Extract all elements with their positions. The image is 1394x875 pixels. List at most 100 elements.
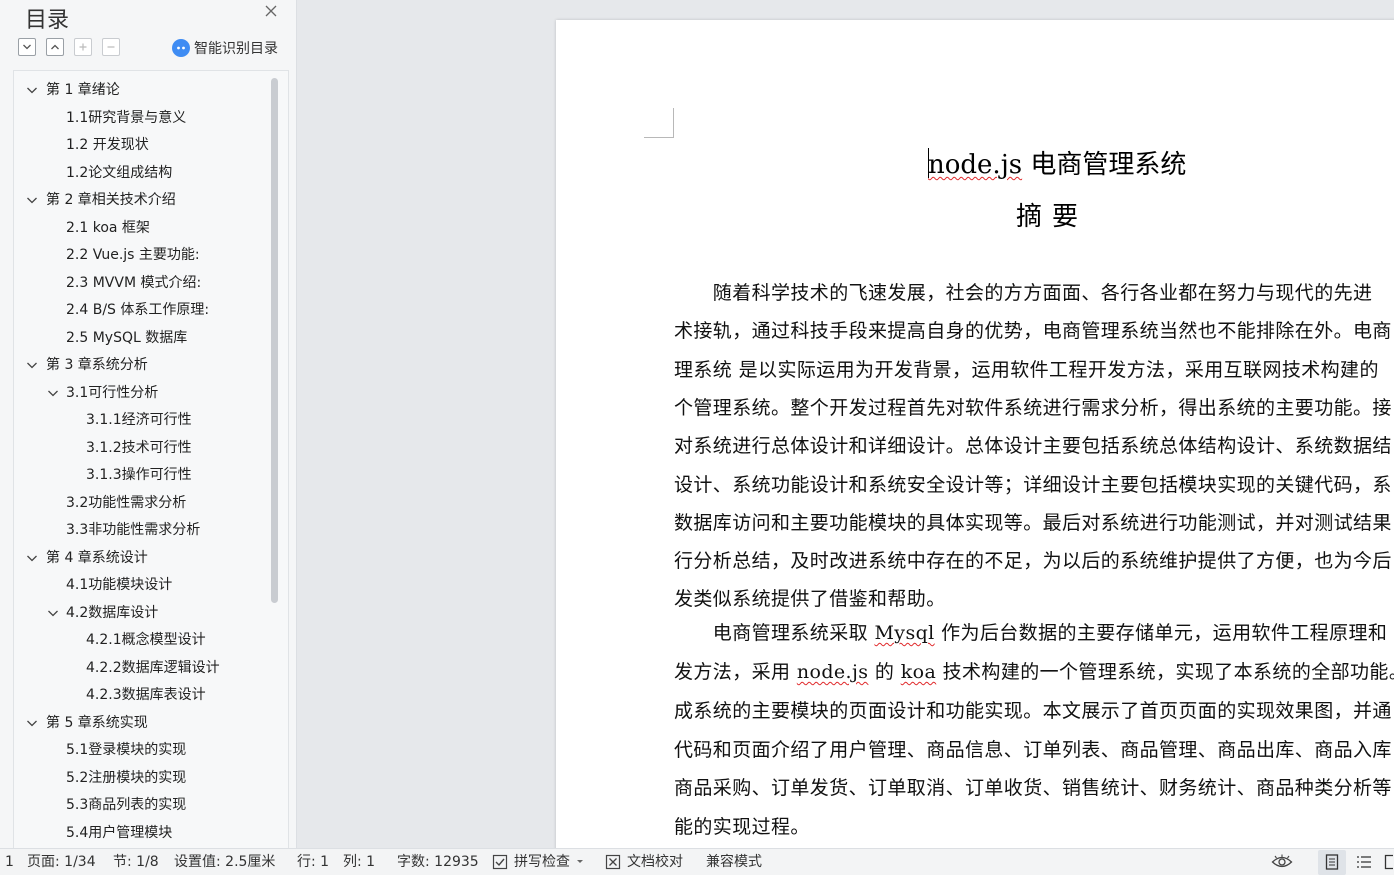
plus-icon	[79, 43, 87, 51]
proofread-icon[interactable]	[605, 854, 621, 870]
toc-toolbar	[18, 38, 120, 58]
outline-view-icon[interactable]	[1356, 854, 1372, 870]
toc-item[interactable]: 4.2.1概念模型设计	[86, 627, 206, 653]
toc-item[interactable]: 2.2 Vue.js 主要功能:	[66, 242, 200, 268]
toc-item[interactable]: 第 5 章系统实现	[46, 710, 148, 736]
toc-item[interactable]: 第 4 章系统设计	[46, 545, 148, 571]
toc-item[interactable]: 第 1 章绪论	[46, 77, 120, 103]
toc-toggle-chevron-down-icon[interactable]	[47, 607, 59, 619]
document-area: node.js 电商管理系统 摘要 随着科学技术的飞速发展，社会的方方面面、各行…	[297, 0, 1394, 848]
sidebar-title: 目录	[25, 8, 70, 33]
toc-item[interactable]: 1.2论文组成结构	[66, 160, 172, 186]
toc-scrollbar[interactable]	[271, 78, 278, 603]
close-icon[interactable]	[262, 4, 280, 22]
abstract-line: 商品采购、订单发货、订单取消、订单收货、销售统计、财务统计、商品种类分析等	[674, 773, 1392, 800]
abstract-line: 术接轨，通过科技手段来提高自身的优势，电商管理系统当然也不能排除在外。电商	[674, 316, 1392, 343]
spellcheck-dropdown-icon[interactable]	[576, 858, 584, 866]
toc-item[interactable]: 2.1 koa 框架	[66, 215, 150, 241]
status-page[interactable]: 页面: 1/34	[27, 849, 96, 875]
toc-item[interactable]: 1.2 开发现状	[66, 132, 149, 158]
minus-icon	[107, 46, 115, 48]
toc-item[interactable]: 5.4用户管理模块	[66, 820, 172, 846]
smart-assistant-icon	[172, 39, 190, 57]
status-row: 行: 1	[297, 854, 330, 870]
toc-item[interactable]: 4.2数据库设计	[66, 600, 158, 626]
toc-item[interactable]: 3.2功能性需求分析	[66, 490, 186, 516]
document-title: node.js 电商管理系统	[928, 144, 1186, 181]
status-section[interactable]: 节: 1/8	[113, 849, 159, 875]
title-suffix: 电商管理系统	[1022, 150, 1187, 180]
text-run: 商品采购、订单发货、订单取消、订单收货、销售统计、财务统计、商品种类分析等	[674, 777, 1392, 800]
page-view-icon[interactable]	[1324, 854, 1340, 870]
text-run: 个管理系统。整个开发过程首先对软件系统进行需求分析，得出系统的主要功能。接	[674, 396, 1392, 419]
text-run: 成系统的主要模块的页面设计和功能实现。本文展示了首页页面的实现效果图，并通	[674, 699, 1392, 722]
toc-toggle-chevron-down-icon[interactable]	[47, 387, 59, 399]
toc-item[interactable]: 3.1.2技术可行性	[86, 435, 192, 461]
proofread-button[interactable]: 文档校对	[627, 849, 683, 875]
toc-item[interactable]: 2.5 MySQL 数据库	[66, 325, 187, 351]
text-run: 代码和页面介绍了用户管理、商品信息、订单列表、商品管理、商品出库、商品入库	[674, 738, 1392, 761]
document-page[interactable]: node.js 电商管理系统 摘要 随着科学技术的飞速发展，社会的方方面面、各行…	[556, 20, 1394, 848]
abstract-line: 发方法，采用 node.js 的 koa 技术构建的一个管理系统，实现了本系统的…	[674, 657, 1394, 684]
text-run: 作为后台数据的主要存储单元，运用软件工程原理和	[934, 622, 1388, 645]
toc-item[interactable]: 3.1可行性分析	[66, 380, 158, 406]
toc-item[interactable]: 1.1研究背景与意义	[66, 105, 186, 131]
toc-item[interactable]: 5.2注册模块的实现	[66, 765, 186, 791]
toc-item[interactable]: 2.4 B/S 体系工作原理:	[66, 297, 209, 323]
smart-toc-label: 智能识别目录	[194, 41, 278, 57]
toc-item[interactable]: 4.2.2数据库逻辑设计	[86, 655, 220, 681]
text-run: 术接轨，通过科技手段来提高自身的优势，电商管理系统当然也不能排除在外。电商	[674, 320, 1392, 343]
spellcheck-icon[interactable]	[492, 854, 508, 870]
chevron-down-icon	[23, 44, 31, 50]
abstract-line: 个管理系统。整个开发过程首先对软件系统进行需求分析，得出系统的主要功能。接	[674, 393, 1392, 420]
toc-item[interactable]: 第 2 章相关技术介绍	[46, 187, 176, 213]
toc-item[interactable]: 5.3商品列表的实现	[66, 792, 186, 818]
text-run: 随着科学技术的飞速发展，社会的方方面面、各行各业都在努力与现代的先进	[674, 282, 1373, 304]
text-cursor	[928, 148, 929, 178]
smart-toc-button[interactable]: 智能识别目录	[172, 38, 278, 58]
abstract-line: 发类似系统提供了借鉴和帮助。	[674, 584, 946, 611]
eye-protection-icon[interactable]	[1271, 854, 1293, 870]
toc-toggle-chevron-down-icon[interactable]	[26, 194, 38, 206]
toc-item[interactable]: 第 3 章系统分析	[46, 352, 148, 378]
chevron-up-icon	[51, 44, 59, 50]
toc-toggle-chevron-down-icon[interactable]	[26, 717, 38, 729]
toc-toggle-chevron-down-icon[interactable]	[26, 359, 38, 371]
toc-item[interactable]: 4.1功能模块设计	[66, 572, 172, 598]
toc-item[interactable]: 4.2.3数据库表设计	[86, 682, 206, 708]
text-run: 的	[868, 661, 901, 683]
toc-sidebar: 目录 智能识别目录 第 1 章绪论 1.1研究背景与意义 1.2 开发现状 1.2论文…	[0, 0, 297, 848]
text-run: 对系统进行总体设计和详细设计。总体设计主要包括系统总体结构设计、系统数据结	[674, 435, 1392, 458]
abstract-heading: 摘要	[1016, 202, 1089, 232]
add-level-button[interactable]	[74, 38, 92, 56]
status-word-count[interactable]: 字数: 12935	[397, 849, 479, 875]
text-run: 能的实现过程。	[674, 816, 810, 839]
abstract-line: 数据库访问和主要功能模块的具体实现等。最后对系统进行功能测试，并对测试结果	[674, 508, 1392, 535]
toc-item[interactable]: 3.1.1经济可行性	[86, 407, 192, 433]
toc-item[interactable]: 2.3 MVVM 模式介绍:	[66, 270, 201, 296]
text-run: 技术构建的一个管理系统，实现了本系统的全部功能。	[936, 661, 1394, 683]
text-run: 发方法，采用	[674, 661, 797, 683]
abstract-line: 对系统进行总体设计和详细设计。总体设计主要包括系统总体结构设计、系统数据结	[674, 431, 1392, 458]
text-run: 设计、系统功能设计和系统安全设计等；详细设计主要包括模块实现的关键代码，系	[674, 473, 1392, 496]
text-run: 数据库访问和主要功能模块的具体实现等。最后对系统进行功能测试，并对测试结果	[674, 511, 1392, 534]
abstract-line: 随着科学技术的飞速发展，社会的方方面面、各行各业都在努力与现代的先进	[674, 278, 1372, 305]
spellcheck-button[interactable]: 拼写检查	[514, 849, 570, 875]
expand-all-button[interactable]	[18, 38, 36, 56]
text-run: 理系统 是以实际运用为开发背景，运用软件工程开发方法，采用互联网技术构建的	[674, 358, 1379, 381]
abstract-line: 设计、系统功能设计和系统安全设计等；详细设计主要包括模块实现的关键代码，系	[674, 470, 1392, 497]
remove-level-button[interactable]	[102, 38, 120, 56]
abstract-line: 理系统 是以实际运用为开发背景，运用软件工程开发方法，采用互联网技术构建的	[674, 355, 1379, 382]
abstract-line: 能的实现过程。	[674, 812, 810, 839]
abstract-line: 代码和页面介绍了用户管理、商品信息、订单列表、商品管理、商品出库、商品入库	[674, 735, 1392, 762]
collapse-all-button[interactable]	[46, 38, 64, 56]
status-bar: 1 页面: 1/34 节: 1/8 设置值: 2.5厘米 行: 1 列: 1 字…	[0, 848, 1394, 875]
toc-item[interactable]: 3.1.3操作可行性	[86, 462, 192, 488]
toc-toggle-chevron-down-icon[interactable]	[26, 84, 38, 96]
toc-item[interactable]: 3.3非功能性需求分析	[66, 517, 200, 543]
status-setting[interactable]: 设置值: 2.5厘米	[174, 849, 275, 875]
abstract-line: 电商管理系统采取 Mysql 作为后台数据的主要存储单元，运用软件工程原理和	[674, 618, 1387, 645]
toc-toggle-chevron-down-icon[interactable]	[26, 552, 38, 564]
web-view-icon[interactable]	[1384, 854, 1394, 870]
toc-item[interactable]: 5.1登录模块的实现	[66, 737, 186, 763]
